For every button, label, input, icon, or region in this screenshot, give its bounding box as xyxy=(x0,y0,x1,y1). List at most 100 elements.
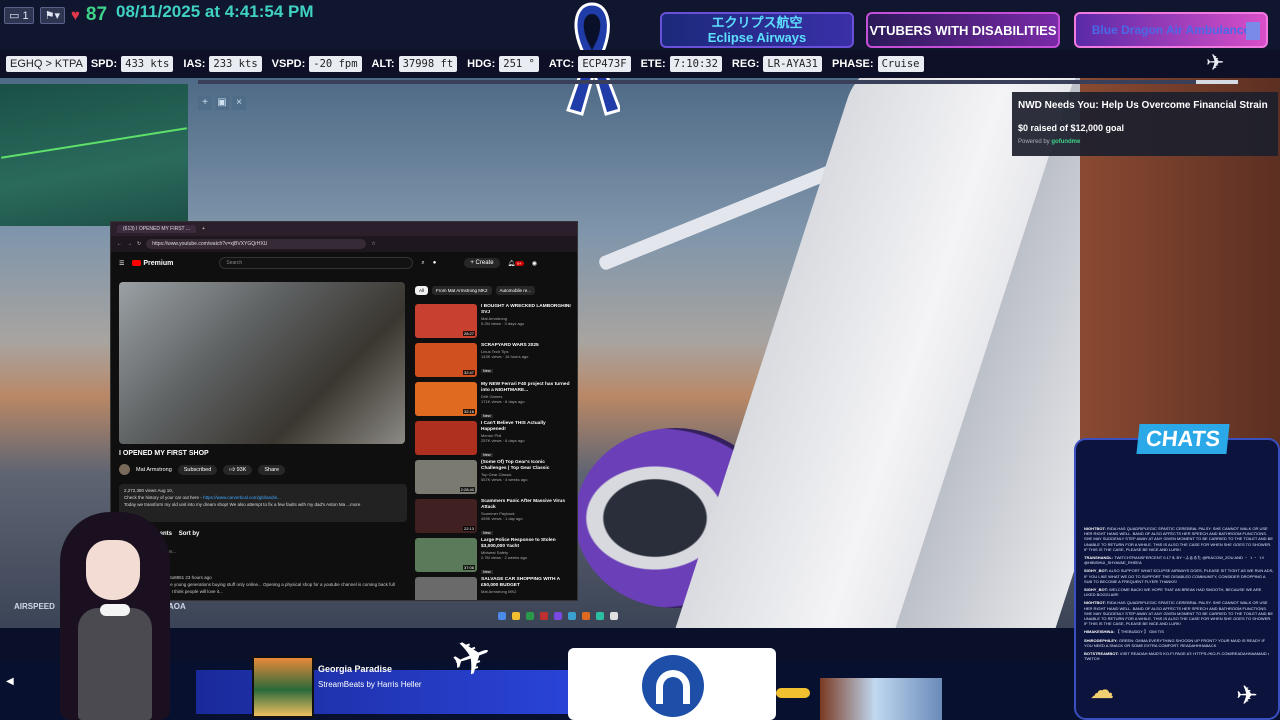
fb-label: HDG: xyxy=(467,58,496,70)
banner-blue-dragon[interactable]: Blue Dragon Air Ambulance xyxy=(1074,12,1268,48)
rec-meta: 143K views · 16 hours ago xyxy=(481,354,529,359)
close-icon[interactable]: × xyxy=(232,96,246,110)
rec-thumbnail[interactable]: 32:16 xyxy=(415,382,477,416)
rec-duration: 32:47 xyxy=(462,370,475,375)
rec-title[interactable]: I Can't Believe THIS Actually Happened! xyxy=(481,421,571,433)
field-spd: SPD: 433 kts xyxy=(91,56,174,72)
flag-icon[interactable]: ⚑▾ xyxy=(39,6,65,24)
rec-thumbnail[interactable]: 28:27 xyxy=(415,304,477,338)
youtube-logo-text: Premium xyxy=(143,259,174,267)
rec-item[interactable]: 2:28:40 (Some Of) Top Gear's Iconic Chall… xyxy=(415,460,571,499)
channel-name[interactable]: Mat Armstrong xyxy=(136,467,172,473)
rec-item[interactable]: I Can't Believe THIS Actually Happened! M… xyxy=(415,421,571,460)
rec-title[interactable]: I BOUGHT A WRECKED LAMBORGHINI SVJ xyxy=(481,304,571,316)
channel-avatar[interactable] xyxy=(119,464,130,475)
start-icon[interactable] xyxy=(498,612,506,620)
rec-title[interactable]: (Some Of) Top Gear's Iconic Challenges |… xyxy=(481,460,571,472)
forward-icon[interactable]: → xyxy=(127,241,132,247)
chip-all[interactable]: All xyxy=(415,286,429,295)
chat-message: SHIRODEPHILEY: GREEN: GMMA EVERYTHING SH… xyxy=(1084,638,1274,648)
rec-title[interactable]: SALVAGE CAR SHOPPING WITH A £50,000 BUDG… xyxy=(481,577,571,589)
banner-eclipse-airways[interactable]: エクリプス航空 Eclipse Airways xyxy=(660,12,854,48)
video-player[interactable] xyxy=(119,282,405,444)
app-icon[interactable] xyxy=(554,612,562,620)
chat-message: SIGHY_BOT: WELCOME BACK! WE HOPE THAT AN… xyxy=(1084,587,1274,597)
rec-thumbnail[interactable] xyxy=(415,421,477,455)
album-art xyxy=(252,656,314,718)
chat-username[interactable]: HIMAKEISHINA: xyxy=(1084,629,1115,634)
rec-item[interactable]: SALVAGE CAR SHOPPING WITH A £50,000 BUDG… xyxy=(415,577,571,600)
create-button[interactable]: + Create xyxy=(464,258,500,268)
field-alt: ALT: 37998 ft xyxy=(372,56,458,72)
reload-icon[interactable]: ↻ xyxy=(137,241,141,247)
rec-channel: Mat Armstrong MK2 xyxy=(481,589,517,594)
back-icon[interactable]: ← xyxy=(117,241,122,247)
donation-goal: $0 raised of $12,000 goal xyxy=(1018,123,1125,133)
field-ete: ETE: 7:10:32 xyxy=(641,56,722,72)
rec-item[interactable]: 37:06 Large Police Response to Stolen $3,… xyxy=(415,538,571,577)
subscribed-button[interactable]: Subscribed xyxy=(177,464,218,475)
browser-tab[interactable]: (613) I OPENED MY FIRST ... xyxy=(117,225,197,233)
app-icon[interactable] xyxy=(540,612,548,620)
search-input[interactable]: Search xyxy=(219,257,414,269)
rec-item[interactable]: 32:47 SCRAPYARD WARS 2025 Linus Tech Tips 1… xyxy=(415,343,571,382)
app-icon[interactable] xyxy=(596,612,604,620)
play-arrow-icon: ◀ xyxy=(6,676,14,687)
copy-icon[interactable]: ▣ xyxy=(215,96,229,110)
rec-title[interactable]: Large Police Response to Stolen $3,000,0… xyxy=(481,538,571,550)
app-icon[interactable] xyxy=(526,612,534,620)
fb-value: LR-AYA31 xyxy=(763,56,822,72)
search-icon[interactable]: ⌕ xyxy=(421,260,424,267)
browser-tabbar: (613) I OPENED MY FIRST ... + xyxy=(111,222,577,236)
url-input[interactable]: https://www.youtube.com/watch?v=xjBVXYGQ… xyxy=(146,239,367,249)
bookmark-icon[interactable]: ☆ xyxy=(371,241,375,247)
music-title: Georgia Paradise xyxy=(318,664,393,674)
rec-title[interactable]: Scammers Panic After Massive Virus Attac… xyxy=(481,499,571,511)
flight-data-bar: EGHQ > KTPA SPD: 433 kts IAS: 233 kts VSPD… xyxy=(0,50,1280,78)
donation-widget[interactable]: NWD Needs You: Help Us Overcome Financia… xyxy=(1012,92,1278,156)
rec-thumbnail[interactable]: 37:06 xyxy=(415,538,477,572)
flight-map[interactable] xyxy=(0,84,188,226)
rec-item[interactable]: 32:16 My NEW Ferrari F40 project has turn… xyxy=(415,382,571,421)
banner-vtubers-with-disabilities[interactable]: VTUBERS WITH DISABILITIES xyxy=(866,12,1060,48)
bell-icon[interactable]: 🔔︎ 9+ xyxy=(508,260,524,267)
new-tab-icon[interactable]: + xyxy=(202,226,205,232)
menu-icon[interactable]: ☰ xyxy=(119,260,124,267)
share-button[interactable]: Share xyxy=(258,464,286,475)
vtuber-avatar xyxy=(40,512,190,720)
add-icon[interactable]: + xyxy=(198,96,212,110)
rec-meta: 5.2M views · 3 days ago xyxy=(481,321,525,326)
avatar-dress xyxy=(78,608,152,720)
app-icon[interactable] xyxy=(568,612,576,620)
rec-new-badge: New xyxy=(481,414,493,418)
like-button[interactable]: 👍︎ 93K xyxy=(223,464,253,475)
rec-thumbnail[interactable]: 32:47 xyxy=(415,343,477,377)
fb-value: ECP473F xyxy=(578,56,631,72)
rec-thumbnail[interactable]: 22:13 xyxy=(415,499,477,533)
chat-message: HIMAKEISHINA: 【 THEBUDDY 】 GIM TIS xyxy=(1084,629,1274,634)
description-link[interactable]: https://www.carvertical.com/gb/landin... xyxy=(203,495,281,500)
explorer-icon[interactable] xyxy=(512,612,520,620)
youtube-logo[interactable]: Premium xyxy=(132,260,173,267)
chip-channel[interactable]: From Mat Armstrong MK2 xyxy=(432,286,492,295)
monitor-icon[interactable]: ▭ 1 xyxy=(4,6,34,24)
rec-meta: 257K views · 6 days ago xyxy=(481,438,525,443)
rec-item[interactable]: 28:27 I BOUGHT A WRECKED LAMBORGHINI SVJ M… xyxy=(415,304,571,343)
rec-thumbnail[interactable]: 2:28:40 xyxy=(415,460,477,494)
app-icon[interactable] xyxy=(610,612,618,620)
field-reg: REG: LR-AYA31 xyxy=(732,56,822,72)
chat-title: CHATS xyxy=(1136,424,1230,454)
chat-text: 【 THEBUDDY 】 GIM TIS xyxy=(1115,629,1164,635)
fb-label: REG: xyxy=(731,58,760,70)
app-icon[interactable] xyxy=(582,612,590,620)
map-flight-track xyxy=(1,127,187,159)
mic-icon[interactable]: ● xyxy=(433,260,437,266)
rec-thumbnail[interactable] xyxy=(415,577,477,600)
banner-vtuber-text: VTUBERS WITH DISABILITIES xyxy=(869,22,1057,38)
account-avatar[interactable]: ◉ xyxy=(532,260,537,267)
rec-item[interactable]: 22:13 Scammers Panic After Massive Virus … xyxy=(415,499,571,538)
chip-automobile[interactable]: Automobile re... xyxy=(495,286,536,295)
description-stats: 2,272,380 views Aug 10, xyxy=(124,488,174,493)
chat-text: ALSO SUPPORT WHAT ECLIPSE AIRWAYS DOES, … xyxy=(1084,568,1274,584)
rec-title[interactable]: My NEW Ferrari F40 project has turned in… xyxy=(481,382,571,394)
